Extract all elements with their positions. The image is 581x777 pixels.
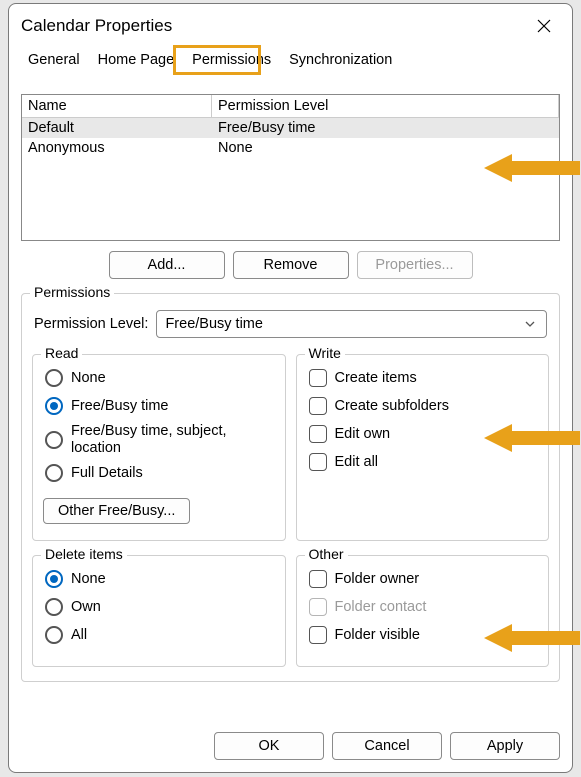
cancel-button[interactable]: Cancel — [332, 732, 442, 760]
read-free-busy-subject-label: Free/Busy time, subject, location — [71, 423, 273, 456]
other-folder-contact-checkbox: Folder contact — [309, 596, 537, 618]
calendar-properties-dialog: Calendar Properties General Home Page Pe… — [8, 3, 573, 773]
write-create-items-label: Create items — [335, 370, 417, 386]
cell-name: Anonymous — [22, 138, 212, 158]
tab-home-page[interactable]: Home Page — [89, 47, 184, 75]
checkbox-icon — [309, 626, 327, 644]
titlebar: Calendar Properties — [9, 4, 572, 44]
other-folder-owner-checkbox[interactable]: Folder owner — [309, 568, 537, 590]
list-buttons-row: Add... Remove Properties... — [21, 251, 560, 279]
read-free-busy-radio[interactable]: Free/Busy time — [45, 395, 273, 417]
write-legend: Write — [305, 345, 345, 361]
dialog-footer: OK Cancel Apply — [9, 724, 572, 772]
ok-button[interactable]: OK — [214, 732, 324, 760]
radio-icon — [45, 598, 63, 616]
list-header: Name Permission Level — [22, 95, 559, 118]
apply-button[interactable]: Apply — [450, 732, 560, 760]
write-edit-own-label: Edit own — [335, 426, 391, 442]
cell-level: Free/Busy time — [212, 118, 559, 138]
radio-icon — [45, 397, 63, 415]
delete-all-label: All — [71, 627, 87, 643]
read-full-details-radio[interactable]: Full Details — [45, 462, 273, 484]
delete-none-radio[interactable]: None — [45, 568, 273, 590]
add-button[interactable]: Add... — [109, 251, 225, 279]
close-button[interactable] — [522, 10, 566, 42]
permission-level-label: Permission Level: — [34, 316, 148, 332]
permissions-list[interactable]: Name Permission Level Default Free/Busy … — [21, 94, 560, 241]
delete-own-radio[interactable]: Own — [45, 596, 273, 618]
tab-permissions[interactable]: Permissions — [183, 47, 280, 75]
radio-icon — [45, 369, 63, 387]
checkbox-icon — [309, 369, 327, 387]
read-none-radio[interactable]: None — [45, 367, 273, 389]
annotation-arrow-icon — [484, 150, 580, 186]
read-free-busy-subject-radio[interactable]: Free/Busy time, subject, location — [45, 423, 273, 456]
tab-synchronization[interactable]: Synchronization — [280, 47, 401, 75]
delete-none-label: None — [71, 571, 106, 587]
write-edit-all-label: Edit all — [335, 454, 379, 470]
list-row[interactable]: Default Free/Busy time — [22, 118, 559, 138]
cell-name: Default — [22, 118, 212, 138]
tab-general[interactable]: General — [19, 47, 89, 75]
tab-strip: General Home Page Permissions Synchroniz… — [9, 46, 572, 76]
other-legend: Other — [305, 546, 348, 562]
checkbox-icon — [309, 453, 327, 471]
other-free-busy-button[interactable]: Other Free/Busy... — [43, 498, 190, 524]
permissions-legend: Permissions — [30, 284, 114, 300]
read-free-busy-label: Free/Busy time — [71, 398, 169, 414]
checkbox-icon — [309, 598, 327, 616]
permission-level-select[interactable]: Free/Busy time — [156, 310, 547, 338]
read-legend: Read — [41, 345, 82, 361]
radio-icon — [45, 464, 63, 482]
permission-level-row: Permission Level: Free/Busy time — [34, 310, 547, 338]
checkbox-icon — [309, 397, 327, 415]
write-create-subfolders-label: Create subfolders — [335, 398, 449, 414]
delete-group: Delete items None Own All — [32, 555, 286, 667]
permissions-group: Permissions Permission Level: Free/Busy … — [21, 293, 560, 682]
permission-level-value: Free/Busy time — [165, 316, 263, 332]
other-folder-visible-label: Folder visible — [335, 627, 420, 643]
radio-icon — [45, 570, 63, 588]
write-create-subfolders-checkbox[interactable]: Create subfolders — [309, 395, 537, 417]
delete-all-radio[interactable]: All — [45, 624, 273, 646]
delete-own-label: Own — [71, 599, 101, 615]
header-permission-level[interactable]: Permission Level — [212, 95, 559, 118]
remove-button[interactable]: Remove — [233, 251, 349, 279]
list-row[interactable]: Anonymous None — [22, 138, 559, 158]
properties-button: Properties... — [357, 251, 473, 279]
header-name[interactable]: Name — [22, 95, 212, 118]
delete-legend: Delete items — [41, 546, 127, 562]
read-full-details-label: Full Details — [71, 465, 143, 481]
window-title: Calendar Properties — [21, 16, 172, 36]
checkbox-icon — [309, 425, 327, 443]
checkbox-icon — [309, 570, 327, 588]
close-icon — [537, 19, 551, 33]
annotation-arrow-icon — [484, 420, 580, 456]
radio-icon — [45, 431, 63, 449]
other-folder-owner-label: Folder owner — [335, 571, 420, 587]
read-group: Read None Free/Busy time Free/Busy time,… — [32, 354, 286, 541]
annotation-arrow-icon — [484, 620, 580, 656]
other-folder-contact-label: Folder contact — [335, 599, 427, 615]
write-create-items-checkbox[interactable]: Create items — [309, 367, 537, 389]
chevron-down-icon — [524, 318, 536, 330]
read-none-label: None — [71, 370, 106, 386]
radio-icon — [45, 626, 63, 644]
